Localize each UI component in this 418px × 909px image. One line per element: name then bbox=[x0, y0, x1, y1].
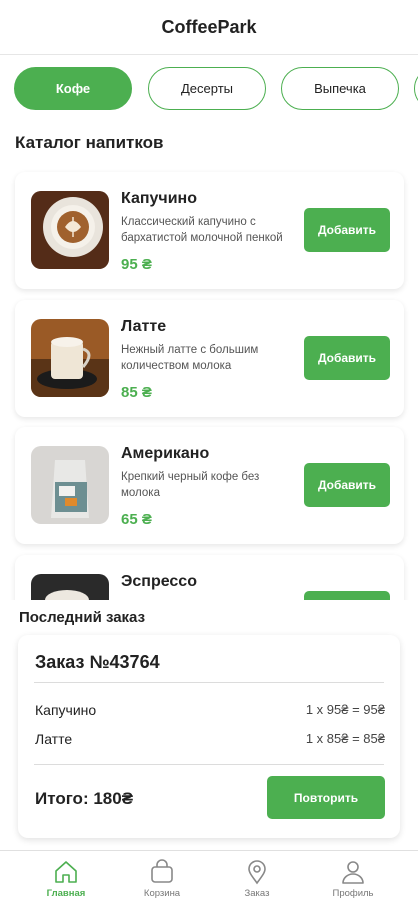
nav-label: Заказ bbox=[244, 888, 270, 899]
order-total: Итого: 180₴ bbox=[35, 789, 134, 808]
product-image-cappuccino bbox=[31, 191, 109, 269]
nav-item-cart[interactable]: Корзина bbox=[110, 851, 214, 909]
product-image-espresso bbox=[31, 574, 109, 600]
product-name: Эспрессо bbox=[121, 573, 197, 590]
order-id: Заказ №43764 bbox=[35, 652, 160, 672]
product-name: Латте bbox=[121, 318, 167, 335]
category-chip-pastry[interactable]: Выпечка bbox=[281, 67, 399, 110]
product-description: Классический капучино с бархатистой моло… bbox=[121, 216, 283, 244]
app-header: CoffeePark bbox=[0, 0, 418, 55]
nav-label: Главная bbox=[46, 888, 86, 899]
last-order-card: Заказ №43764 Капучино 1 x 95₴ = 95₴ Латт… bbox=[18, 635, 400, 838]
product-description: Нежный латте с большим количеством молок… bbox=[121, 344, 259, 372]
category-chip-coffee[interactable]: Кофе bbox=[14, 67, 132, 110]
nav-item-profile[interactable]: Профиль bbox=[301, 851, 405, 909]
order-line: Латте 1 x 85₴ = 85₴ bbox=[35, 731, 385, 747]
product-name: Капучино bbox=[121, 190, 197, 207]
repeat-order-button[interactable]: Повторить bbox=[267, 776, 385, 819]
app-title: CoffeePark bbox=[161, 16, 257, 37]
nav-item-home[interactable]: Главная bbox=[14, 851, 118, 909]
category-chip-more[interactable] bbox=[414, 67, 418, 110]
product-card-cappuccino[interactable]: Капучино Классический капучино с бархати… bbox=[15, 172, 404, 289]
order-line: Капучино 1 x 95₴ = 95₴ bbox=[35, 702, 385, 718]
add-to-cart-button[interactable]: Добавить bbox=[304, 591, 390, 600]
catalog-title: Каталог напитков bbox=[15, 133, 164, 152]
product-image-latte bbox=[31, 319, 109, 397]
add-to-cart-button[interactable]: Добавить bbox=[304, 463, 390, 507]
product-name: Американо bbox=[121, 445, 210, 462]
order-line-name: Латте bbox=[35, 731, 73, 747]
catalog-list: Капучино Классический капучино с бархати… bbox=[0, 160, 418, 600]
user-icon bbox=[342, 861, 364, 884]
divider bbox=[34, 764, 384, 765]
product-price: 85 ₴ bbox=[121, 384, 152, 401]
product-card-latte[interactable]: Латте Нежный латте с большим количеством… bbox=[15, 300, 404, 417]
order-line-calc: 1 x 95₴ = 95₴ bbox=[305, 702, 385, 717]
order-line-calc: 1 x 85₴ = 85₴ bbox=[305, 731, 385, 746]
product-description: Крепкий черный кофе без молока bbox=[121, 471, 260, 499]
nav-label: Профиль bbox=[332, 888, 374, 899]
product-image-americano bbox=[31, 446, 109, 524]
product-price: 95 ₴ bbox=[121, 256, 152, 273]
bag-icon bbox=[151, 859, 173, 883]
home-icon bbox=[55, 861, 77, 883]
nav-label: Корзина bbox=[143, 888, 181, 899]
last-order-title: Последний заказ bbox=[19, 609, 146, 626]
category-chip-desserts[interactable]: Десерты bbox=[148, 67, 266, 110]
nav-item-order[interactable]: Заказ bbox=[205, 851, 309, 909]
product-price: 65 ₴ bbox=[121, 511, 152, 528]
product-card-espresso[interactable]: Эспрессо Добавить bbox=[15, 555, 404, 600]
bottom-nav: Главная Корзина Заказ Профиль bbox=[0, 850, 418, 909]
add-to-cart-button[interactable]: Добавить bbox=[304, 208, 390, 252]
location-pin-icon bbox=[248, 860, 266, 885]
add-to-cart-button[interactable]: Добавить bbox=[304, 336, 390, 380]
category-tabs: Кофе Десерты Выпечка bbox=[0, 67, 418, 111]
order-line-name: Капучино bbox=[35, 702, 97, 718]
product-card-americano[interactable]: Американо Крепкий черный кофе без молока… bbox=[15, 427, 404, 544]
divider bbox=[34, 682, 384, 683]
